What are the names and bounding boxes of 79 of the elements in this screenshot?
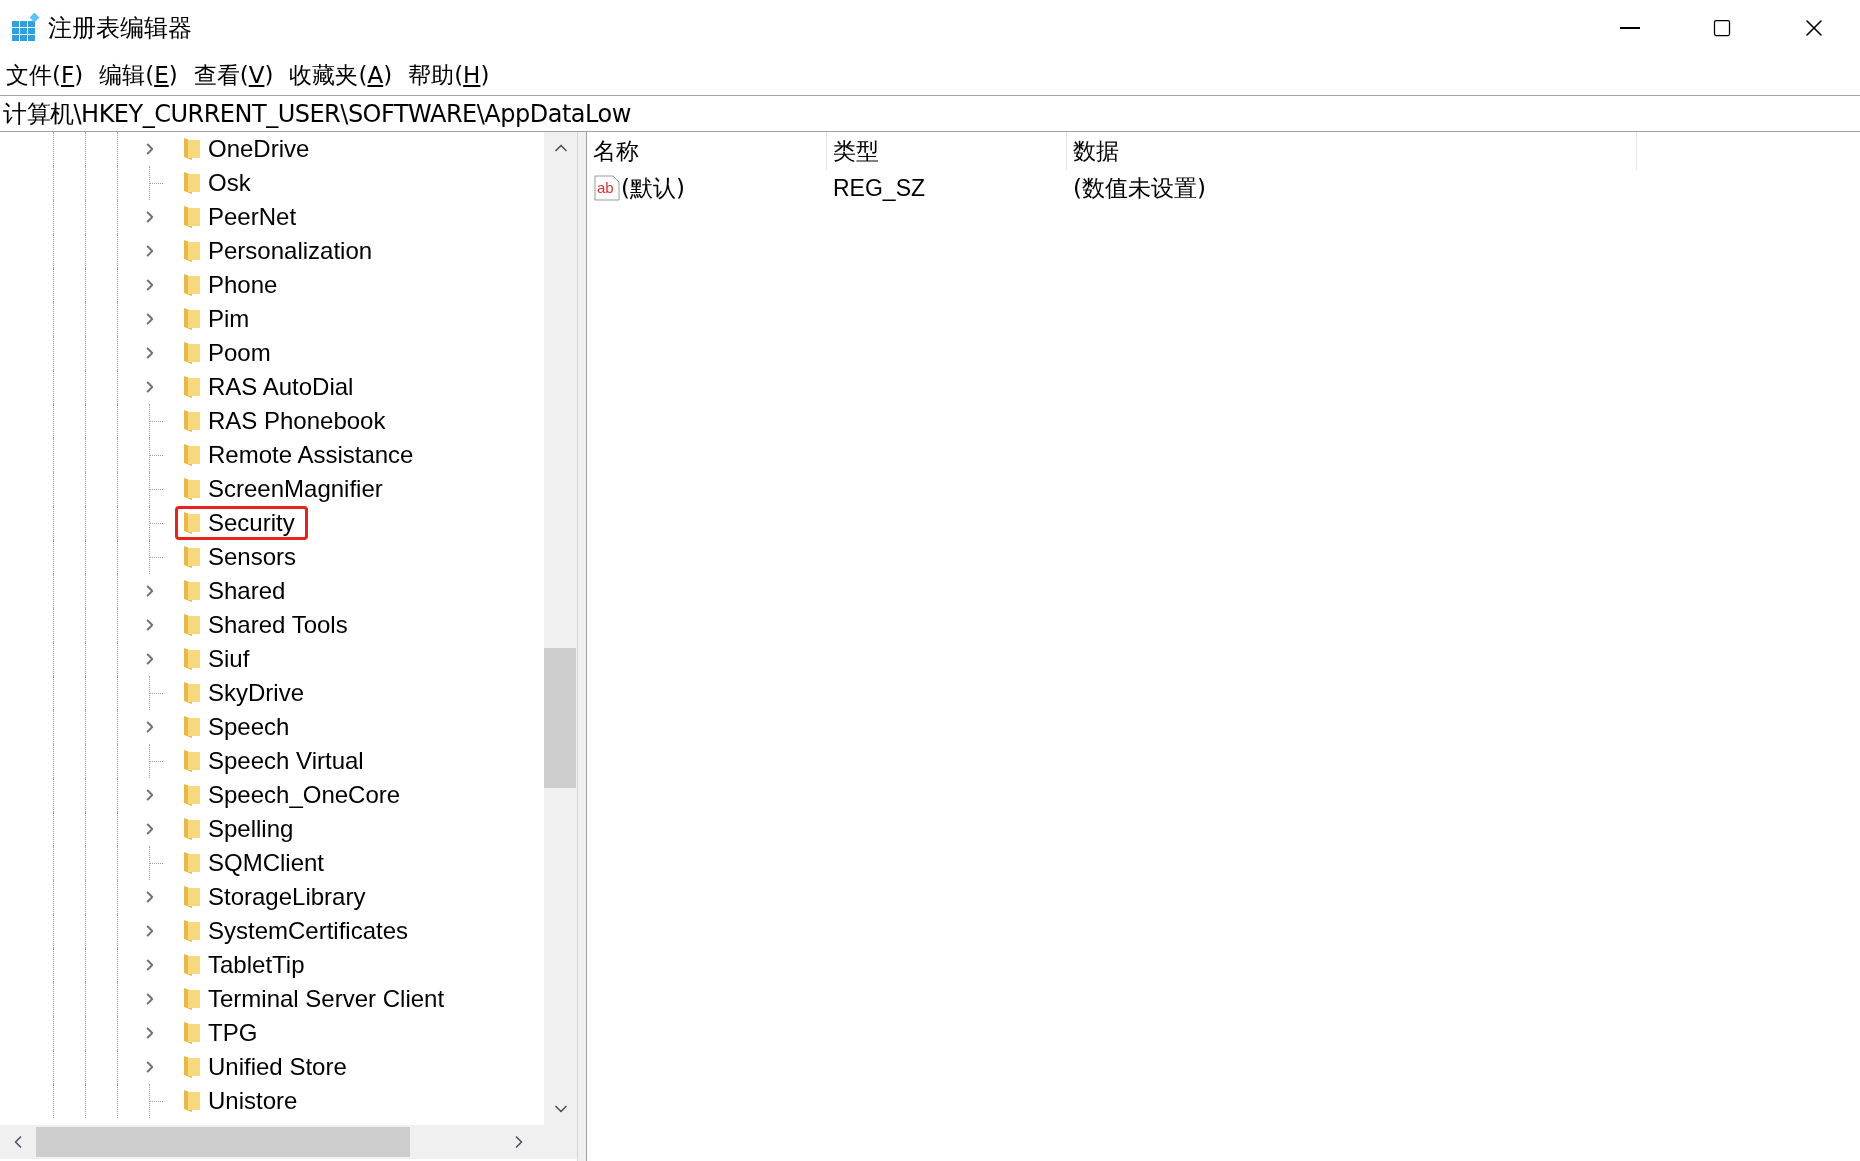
folder-icon: [182, 374, 202, 400]
folder-icon: [182, 646, 202, 672]
folder-icon: [182, 1088, 202, 1114]
tree-item-label[interactable]: SQMClient: [205, 851, 325, 875]
tree-item-label[interactable]: ScreenMagnifier: [205, 477, 383, 501]
folder-icon: [182, 340, 202, 366]
maximize-icon: [1712, 17, 1732, 38]
folder-icon: [182, 136, 202, 162]
folder-icon: [182, 714, 202, 740]
column-header[interactable]: 数据: [1067, 132, 1637, 170]
horizontal-scrollbar[interactable]: [0, 1125, 577, 1159]
folder-icon: [182, 612, 202, 638]
tree-item-label[interactable]: Remote Assistance: [205, 443, 414, 467]
folder-icon: [182, 238, 202, 264]
tree-item-label[interactable]: RAS Phonebook: [205, 409, 386, 433]
tree-item-label[interactable]: SystemCertificates: [205, 919, 409, 943]
folder-icon: [182, 510, 202, 536]
table-cell-text: (数值未设置): [1072, 173, 1206, 203]
folder-icon: [182, 170, 202, 196]
tree-item-label[interactable]: Shared Tools: [205, 613, 348, 637]
tree-item-label[interactable]: Poom: [205, 341, 271, 365]
folder-icon: [182, 850, 202, 876]
tree-item-label[interactable]: Pim: [205, 307, 250, 331]
tree-item-label[interactable]: Security: [205, 511, 295, 535]
registry-grid-icon: [10, 12, 40, 43]
tree-item-label[interactable]: RAS AutoDial: [205, 375, 354, 399]
address-path[interactable]: 计算机\HKEY_CURRENT_USER\SOFTWARE\AppDataLow: [3, 95, 631, 132]
menu-item[interactable]: 帮助(H): [406, 57, 492, 93]
folder-icon: [182, 884, 202, 910]
tree-item-label[interactable]: Spelling: [205, 817, 294, 841]
tree-item-label[interactable]: Phone: [205, 273, 278, 297]
folder-icon: [182, 204, 202, 230]
menu-item[interactable]: 收藏夹(A): [287, 57, 395, 93]
folder-icon: [182, 986, 202, 1012]
folder-icon: [182, 918, 202, 944]
tree-item-label[interactable]: Shared: [205, 579, 286, 603]
tree-item-label[interactable]: Osk: [205, 171, 251, 195]
tree-item-label[interactable]: Siuf: [205, 647, 250, 671]
string-value-icon: ab: [593, 174, 621, 202]
window-title: 注册表编辑器: [48, 12, 192, 44]
folder-icon: [182, 442, 202, 468]
vertical-scrollbar[interactable]: [544, 132, 577, 1125]
folder-icon: [182, 748, 202, 774]
folder-icon: [182, 544, 202, 570]
minimize-icon: [1620, 26, 1640, 29]
tree-item-label[interactable]: SkyDrive: [205, 681, 304, 705]
tree-item-label[interactable]: Personalization: [205, 239, 373, 263]
folder-icon: [182, 1054, 202, 1080]
menu-item[interactable]: 查看(V): [191, 57, 276, 93]
tree-item-label[interactable]: PeerNet: [205, 205, 297, 229]
menu-item[interactable]: 编辑(E): [97, 57, 180, 93]
tree-item-label[interactable]: TPG: [205, 1021, 258, 1045]
folder-icon: [182, 408, 202, 434]
folder-icon: [182, 680, 202, 706]
folder-icon: [182, 816, 202, 842]
tree-item-label[interactable]: Unistore: [205, 1089, 298, 1113]
column-header[interactable]: 名称: [587, 132, 827, 170]
folder-icon: [182, 782, 202, 808]
folder-icon: [182, 1020, 202, 1046]
tree-item-label[interactable]: TabletTip: [205, 953, 305, 977]
table-cell-text: REG_SZ: [832, 173, 927, 203]
folder-icon: [182, 952, 202, 978]
column-header[interactable]: 类型: [827, 132, 1067, 170]
tree-item-label[interactable]: Speech_OneCore: [205, 783, 401, 807]
menu-item[interactable]: 文件(F): [4, 57, 86, 93]
tree-item-label[interactable]: Terminal Server Client: [205, 987, 445, 1011]
scrollbar-thumb[interactable]: [36, 1127, 410, 1157]
table-cell-text: (默认): [621, 173, 685, 203]
tree-item-label[interactable]: Speech: [205, 715, 290, 739]
tree-item-label[interactable]: StorageLibrary: [205, 885, 366, 909]
folder-icon: [182, 476, 202, 502]
folder-icon: [182, 578, 202, 604]
tree-item-label[interactable]: Speech Virtual: [205, 749, 364, 773]
tree-item-label[interactable]: Sensors: [205, 545, 297, 569]
tree-item-label[interactable]: Unified Store: [205, 1055, 347, 1079]
folder-icon: [182, 272, 202, 298]
scrollbar-thumb[interactable]: [544, 648, 576, 788]
folder-icon: [182, 306, 202, 332]
tree-item-label[interactable]: OneDrive: [205, 137, 310, 161]
